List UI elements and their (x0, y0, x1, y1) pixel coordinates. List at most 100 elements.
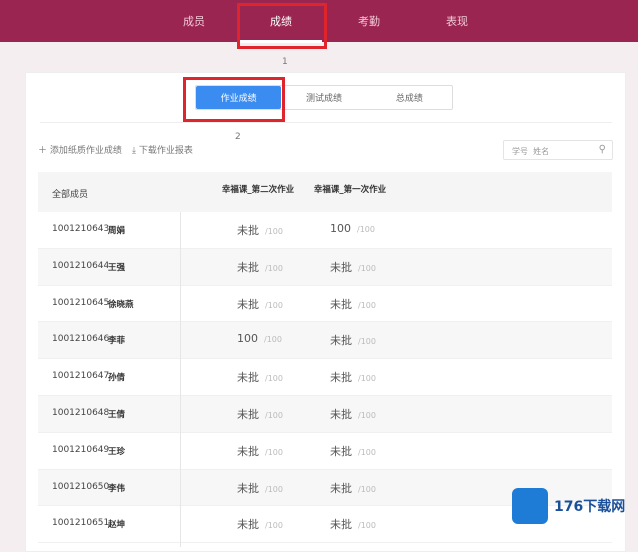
student-id: 1001210644 (52, 260, 110, 271)
score-cell[interactable]: 未批/100 (330, 516, 410, 532)
column-homework-2: 幸福课_第二次作业 (221, 185, 295, 195)
add-paper-grades-button[interactable]: ＋ 添加纸质作业成绩 (38, 143, 122, 156)
student-name: 赵坤 (108, 520, 126, 531)
score-cell[interactable]: 未批/100 (237, 259, 317, 275)
score-max: /100 (265, 447, 283, 457)
student-id: 1001210648 (52, 407, 110, 418)
score-cell[interactable]: 100/100 (237, 332, 317, 345)
table-row: 1001210648 王倩 未批/100 未批/100 (38, 395, 612, 433)
plus-icon: ＋ (38, 146, 48, 156)
score-value: 未批 (237, 224, 259, 237)
column-divider (180, 212, 181, 547)
download-icon: ⤓ (132, 146, 136, 156)
search-input[interactable]: 学号 姓名 ⚲ (503, 140, 613, 160)
nav-members[interactable]: 成员 (183, 13, 205, 29)
score-cell[interactable]: 未批/100 (330, 480, 410, 496)
column-homework-1: 幸福课_第一次作业 (313, 185, 387, 195)
table-row: 1001210646 李菲 100/100 未批/100 (38, 322, 612, 360)
score-cell[interactable]: 未批/100 (237, 369, 317, 385)
score-max: /100 (264, 335, 282, 345)
score-value: 未批 (330, 481, 352, 495)
student-id: 1001210643 (52, 224, 110, 234)
score-value: 未批 (237, 407, 259, 421)
table-row: 1001210649 王珍 未批/100 未批/100 (38, 433, 612, 470)
score-max: /100 (265, 300, 283, 310)
student-id: 1001210650 (52, 481, 110, 492)
table-header: 全部成员 幸福课_第二次作业 幸福课_第一次作业 (38, 172, 612, 212)
score-cell[interactable]: 未批/100 (330, 369, 410, 385)
search-field-label: 学号 (512, 147, 528, 156)
score-max: /100 (358, 484, 376, 494)
score-max: /100 (358, 300, 376, 310)
score-value: 100 (237, 332, 258, 346)
score-max: /100 (357, 225, 375, 234)
nav-attendance[interactable]: 考勤 (358, 13, 380, 29)
add-label: 添加纸质作业成绩 (49, 146, 122, 156)
download-label: 下载作业报表 (138, 146, 193, 156)
score-value: 未批 (330, 444, 352, 458)
nav-performance[interactable]: 表现 (446, 13, 468, 29)
score-max: /100 (265, 410, 283, 420)
student-id: 1001210645 (52, 297, 110, 308)
score-value: 未批 (237, 481, 259, 495)
score-value: 未批 (237, 371, 259, 385)
score-cell[interactable]: 未批/100 (330, 296, 410, 312)
score-value: 未批 (237, 297, 259, 311)
score-cell[interactable]: 未批/100 (237, 516, 317, 532)
student-name: 周娟 (108, 226, 126, 236)
watermark: 176下载网 (512, 486, 630, 526)
student-id: 1001210647 (52, 371, 110, 382)
score-max: /100 (358, 263, 376, 273)
score-value: 未批 (330, 407, 352, 421)
search-placeholder: 姓名 (533, 147, 550, 156)
score-value: 未批 (237, 260, 259, 274)
student-name: 王倩 (108, 409, 126, 420)
score-cell[interactable]: 未批/100 (330, 443, 410, 459)
score-value: 未批 (330, 518, 352, 532)
score-max: /100 (358, 410, 376, 420)
score-cell[interactable]: 未批/100 (237, 406, 317, 422)
search-icon[interactable]: ⚲ (599, 144, 606, 155)
student-name: 李菲 (108, 336, 126, 347)
table-row: 1001210647 孙倩 未批/100 未批/100 (38, 359, 612, 396)
score-value: 未批 (237, 444, 259, 458)
score-max: /100 (358, 521, 376, 531)
student-id: 1001210649 (52, 444, 110, 455)
annotation-1: 1 (282, 57, 288, 67)
score-value: 100 (330, 222, 351, 235)
table-row: 1001210644 王强 未批/100 未批/100 (38, 248, 612, 286)
student-name: 孙倩 (108, 373, 126, 384)
score-value: 未批 (330, 371, 352, 385)
annotation-2: 2 (235, 132, 241, 142)
score-cell[interactable]: 未批/100 (330, 259, 410, 275)
download-report-button[interactable]: ⤓ 下载作业报表 (132, 143, 193, 156)
tab-test-grades[interactable]: 测试成绩 (281, 86, 366, 109)
score-cell[interactable]: 未批/100 (330, 332, 410, 348)
score-cell[interactable]: 未批/100 (237, 443, 317, 459)
score-cell[interactable]: 未批/100 (237, 480, 317, 496)
score-value: 未批 (330, 260, 352, 274)
student-id: 1001210646 (52, 334, 110, 345)
score-cell[interactable]: 未批/100 (237, 222, 317, 238)
score-cell[interactable]: 100/100 (330, 222, 410, 235)
student-name: 王珍 (108, 446, 126, 457)
annotation-box-2 (183, 77, 285, 122)
tab-total-grades[interactable]: 总成绩 (367, 86, 452, 109)
student-id: 1001210651 (52, 518, 110, 529)
score-value: 未批 (330, 297, 352, 311)
score-max: /100 (265, 227, 283, 236)
watermark-text: 176下载网 (554, 499, 626, 515)
score-value: 未批 (330, 334, 352, 348)
divider (40, 122, 612, 123)
score-cell[interactable]: 未批/100 (330, 406, 410, 422)
score-max: /100 (358, 337, 376, 347)
annotation-box-1 (237, 3, 327, 49)
student-name: 李伟 (108, 483, 126, 494)
all-members-label[interactable]: 全部成员 (52, 187, 88, 200)
student-name: 王强 (108, 262, 126, 273)
score-max: /100 (358, 447, 376, 457)
score-max: /100 (265, 374, 283, 384)
score-max: /100 (265, 484, 283, 494)
student-name: 徐晓燕 (108, 299, 134, 310)
score-cell[interactable]: 未批/100 (237, 296, 317, 312)
